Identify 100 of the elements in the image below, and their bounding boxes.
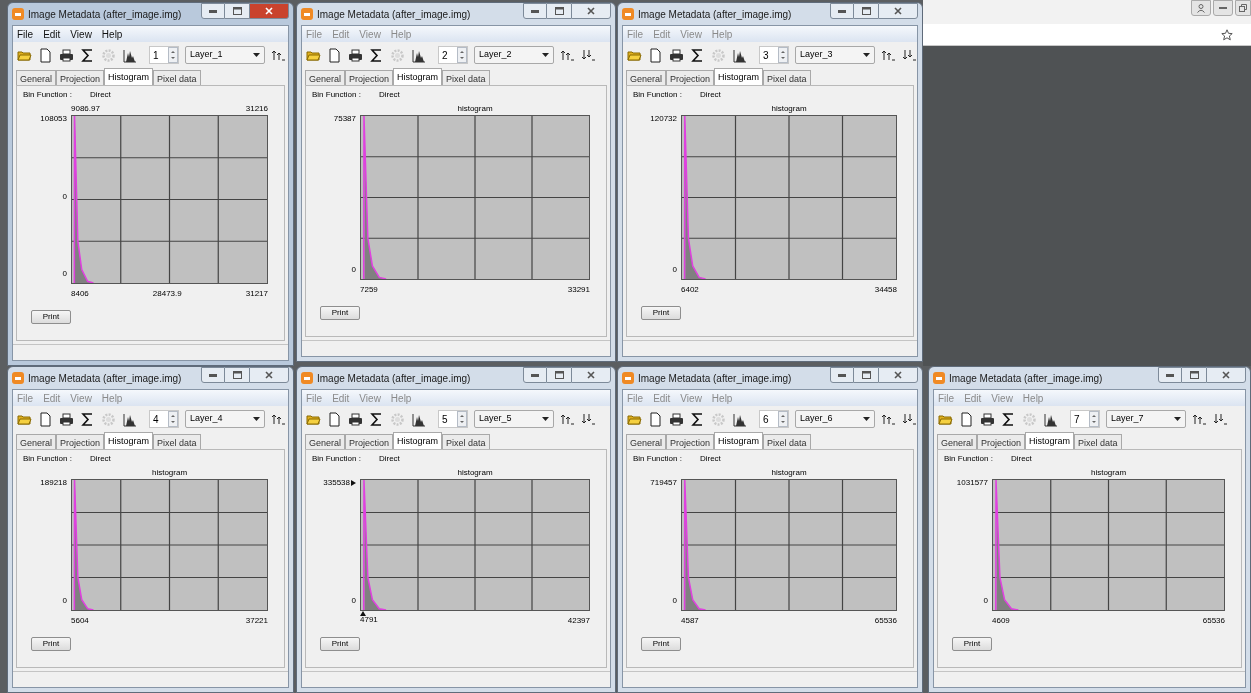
axis-label: 9086.97 (71, 103, 100, 115)
tab[interactable]: Histogram (393, 68, 443, 85)
band-spinner[interactable]: 6 (759, 410, 789, 428)
band-spinner[interactable]: 5 (438, 410, 468, 428)
field-value: Direct (89, 453, 111, 465)
axis-label: 5604 (71, 615, 89, 627)
tab[interactable]: Pixel data (1074, 434, 1122, 449)
tab[interactable]: Histogram (393, 432, 443, 449)
axis-label: 75387 (333, 115, 356, 123)
field-value: Direct (1010, 453, 1032, 465)
print-button[interactable]: Print (641, 637, 681, 651)
print-button[interactable]: Print (641, 306, 681, 320)
tab[interactable]: Projection (56, 434, 105, 449)
tab[interactable]: General (16, 434, 57, 449)
axis-label: 0 (672, 266, 677, 274)
layer-dropdown[interactable]: Layer_5 (474, 410, 554, 428)
chart-title: histogram (771, 103, 807, 115)
field-value: Direct (699, 89, 721, 101)
window-title: Image Metadata (after_image.img) (949, 371, 1103, 386)
menu-item[interactable]: Help (101, 26, 123, 42)
axis-label: 6402 (681, 284, 699, 296)
field-label: Bin Function : (633, 89, 682, 101)
field-label: Bin Function : (312, 453, 361, 465)
tab[interactable]: Pixel data (442, 434, 490, 449)
tab[interactable]: Pixel data (153, 70, 201, 85)
axis-label: 108053 (40, 115, 67, 123)
field-label: Bin Function : (633, 453, 682, 465)
axis-label: 42397 (567, 615, 590, 627)
print-button[interactable]: Print (31, 637, 71, 651)
field-label: Bin Function : (23, 453, 72, 465)
print-button[interactable]: Print (31, 310, 71, 324)
tab[interactable]: Projection (56, 70, 105, 85)
chart-title: histogram (457, 467, 493, 479)
field-label: Bin Function : (944, 453, 993, 465)
layer-dropdown[interactable]: Layer_2 (474, 46, 554, 64)
layer-dropdown[interactable]: Layer_6 (795, 410, 875, 428)
axis-label: 4609 (992, 615, 1010, 627)
print-button[interactable]: Print (320, 306, 360, 320)
axis-label: 4587 (681, 615, 699, 627)
axis-label: 65536 (1202, 615, 1225, 627)
band-spinner[interactable]: 4 (149, 410, 179, 428)
tab[interactable]: General (305, 70, 346, 85)
tab[interactable]: Projection (345, 434, 394, 449)
tab[interactable]: Pixel data (763, 70, 811, 85)
tab[interactable]: Projection (345, 70, 394, 85)
band-spinner[interactable]: 7 (1070, 410, 1100, 428)
axis-label: 7259 (360, 284, 378, 296)
field-value: Direct (378, 453, 400, 465)
tab[interactable]: General (626, 70, 667, 85)
tab[interactable]: General (305, 434, 346, 449)
tab[interactable]: Histogram (104, 68, 154, 85)
tab[interactable]: Projection (977, 434, 1026, 449)
tab[interactable]: Histogram (714, 68, 764, 85)
band-spinner[interactable]: 3 (759, 46, 789, 64)
axis-label: 65536 (874, 615, 897, 627)
layer-dropdown[interactable]: Layer_7 (1106, 410, 1186, 428)
axis-label: 28473.9 (152, 288, 182, 300)
tab[interactable]: Pixel data (153, 434, 201, 449)
axis-label: 31217 (245, 288, 268, 300)
axis-label: 189218 (40, 479, 67, 487)
chart-title: histogram (151, 467, 188, 479)
axis-label: 1031577 (956, 479, 988, 487)
tab[interactable]: General (626, 434, 667, 449)
axis-label: 33291 (567, 284, 590, 296)
tab[interactable]: Histogram (104, 432, 154, 449)
tab[interactable]: Pixel data (763, 434, 811, 449)
axis-label: 37221 (245, 615, 268, 627)
layer-dropdown[interactable]: Layer_1 (185, 46, 265, 64)
axis-label: 4791 (360, 616, 378, 624)
window-title: Image Metadata (after_image.img) (28, 371, 182, 386)
window-title: Image Metadata (after_image.img) (317, 7, 471, 22)
field-value: Direct (699, 453, 721, 465)
menu-item[interactable]: View (70, 26, 92, 42)
tab[interactable]: General (937, 434, 978, 449)
print-button[interactable]: Print (952, 637, 992, 651)
menu-item[interactable]: File (17, 26, 34, 42)
tab[interactable]: Histogram (1025, 432, 1075, 449)
axis-label: 0 (62, 192, 67, 201)
tab[interactable]: Pixel data (442, 70, 490, 85)
chart-title: histogram (457, 103, 493, 115)
axis-label: 34458 (874, 284, 897, 296)
axis-label: 719457 (650, 479, 677, 487)
axis-label: 0 (351, 266, 356, 274)
band-spinner[interactable]: 2 (438, 46, 468, 64)
tab[interactable]: General (16, 70, 57, 85)
axis-label: 8406 (71, 288, 89, 300)
tab[interactable]: Projection (666, 70, 715, 85)
chart-title: histogram (1090, 467, 1127, 479)
axis-label: 0 (351, 597, 356, 605)
layer-dropdown[interactable]: Layer_4 (185, 410, 265, 428)
tab[interactable]: Projection (666, 434, 715, 449)
print-button[interactable]: Print (320, 637, 360, 651)
field-value: Direct (378, 89, 400, 101)
axis-label: 335538 (323, 479, 350, 487)
field-label: Bin Function : (312, 89, 361, 101)
axis-label: 0 (62, 597, 67, 605)
menu-item[interactable]: Edit (43, 26, 61, 42)
tab[interactable]: Histogram (714, 432, 764, 449)
band-spinner[interactable]: 1 (149, 46, 179, 64)
layer-dropdown[interactable]: Layer_3 (795, 46, 875, 64)
